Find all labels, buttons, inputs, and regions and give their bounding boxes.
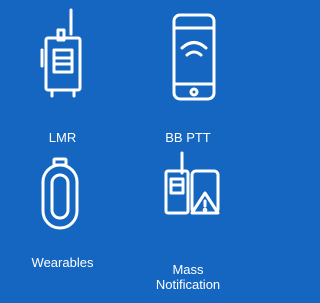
product-category-grid: LMR BB PTT Wearables Mass Notification <box>0 0 251 303</box>
two-way-radio-icon <box>40 8 82 98</box>
tile-label: Wearables <box>31 255 94 270</box>
tile-label: BB PTT <box>165 130 211 145</box>
tile-lmr[interactable]: LMR <box>0 0 125 151</box>
tile-wearables[interactable]: Wearables <box>0 151 125 303</box>
tile-bb-ptt[interactable]: BB PTT <box>125 0 251 151</box>
tile-mass-notification[interactable]: Mass Notification <box>125 151 251 303</box>
tile-label: Mass Notification <box>155 262 221 292</box>
smartphone-wifi-icon <box>172 13 216 101</box>
radio-phone-alert-icon <box>164 151 220 215</box>
tile-label: LMR <box>48 130 77 145</box>
wearable-device-icon <box>41 157 79 230</box>
